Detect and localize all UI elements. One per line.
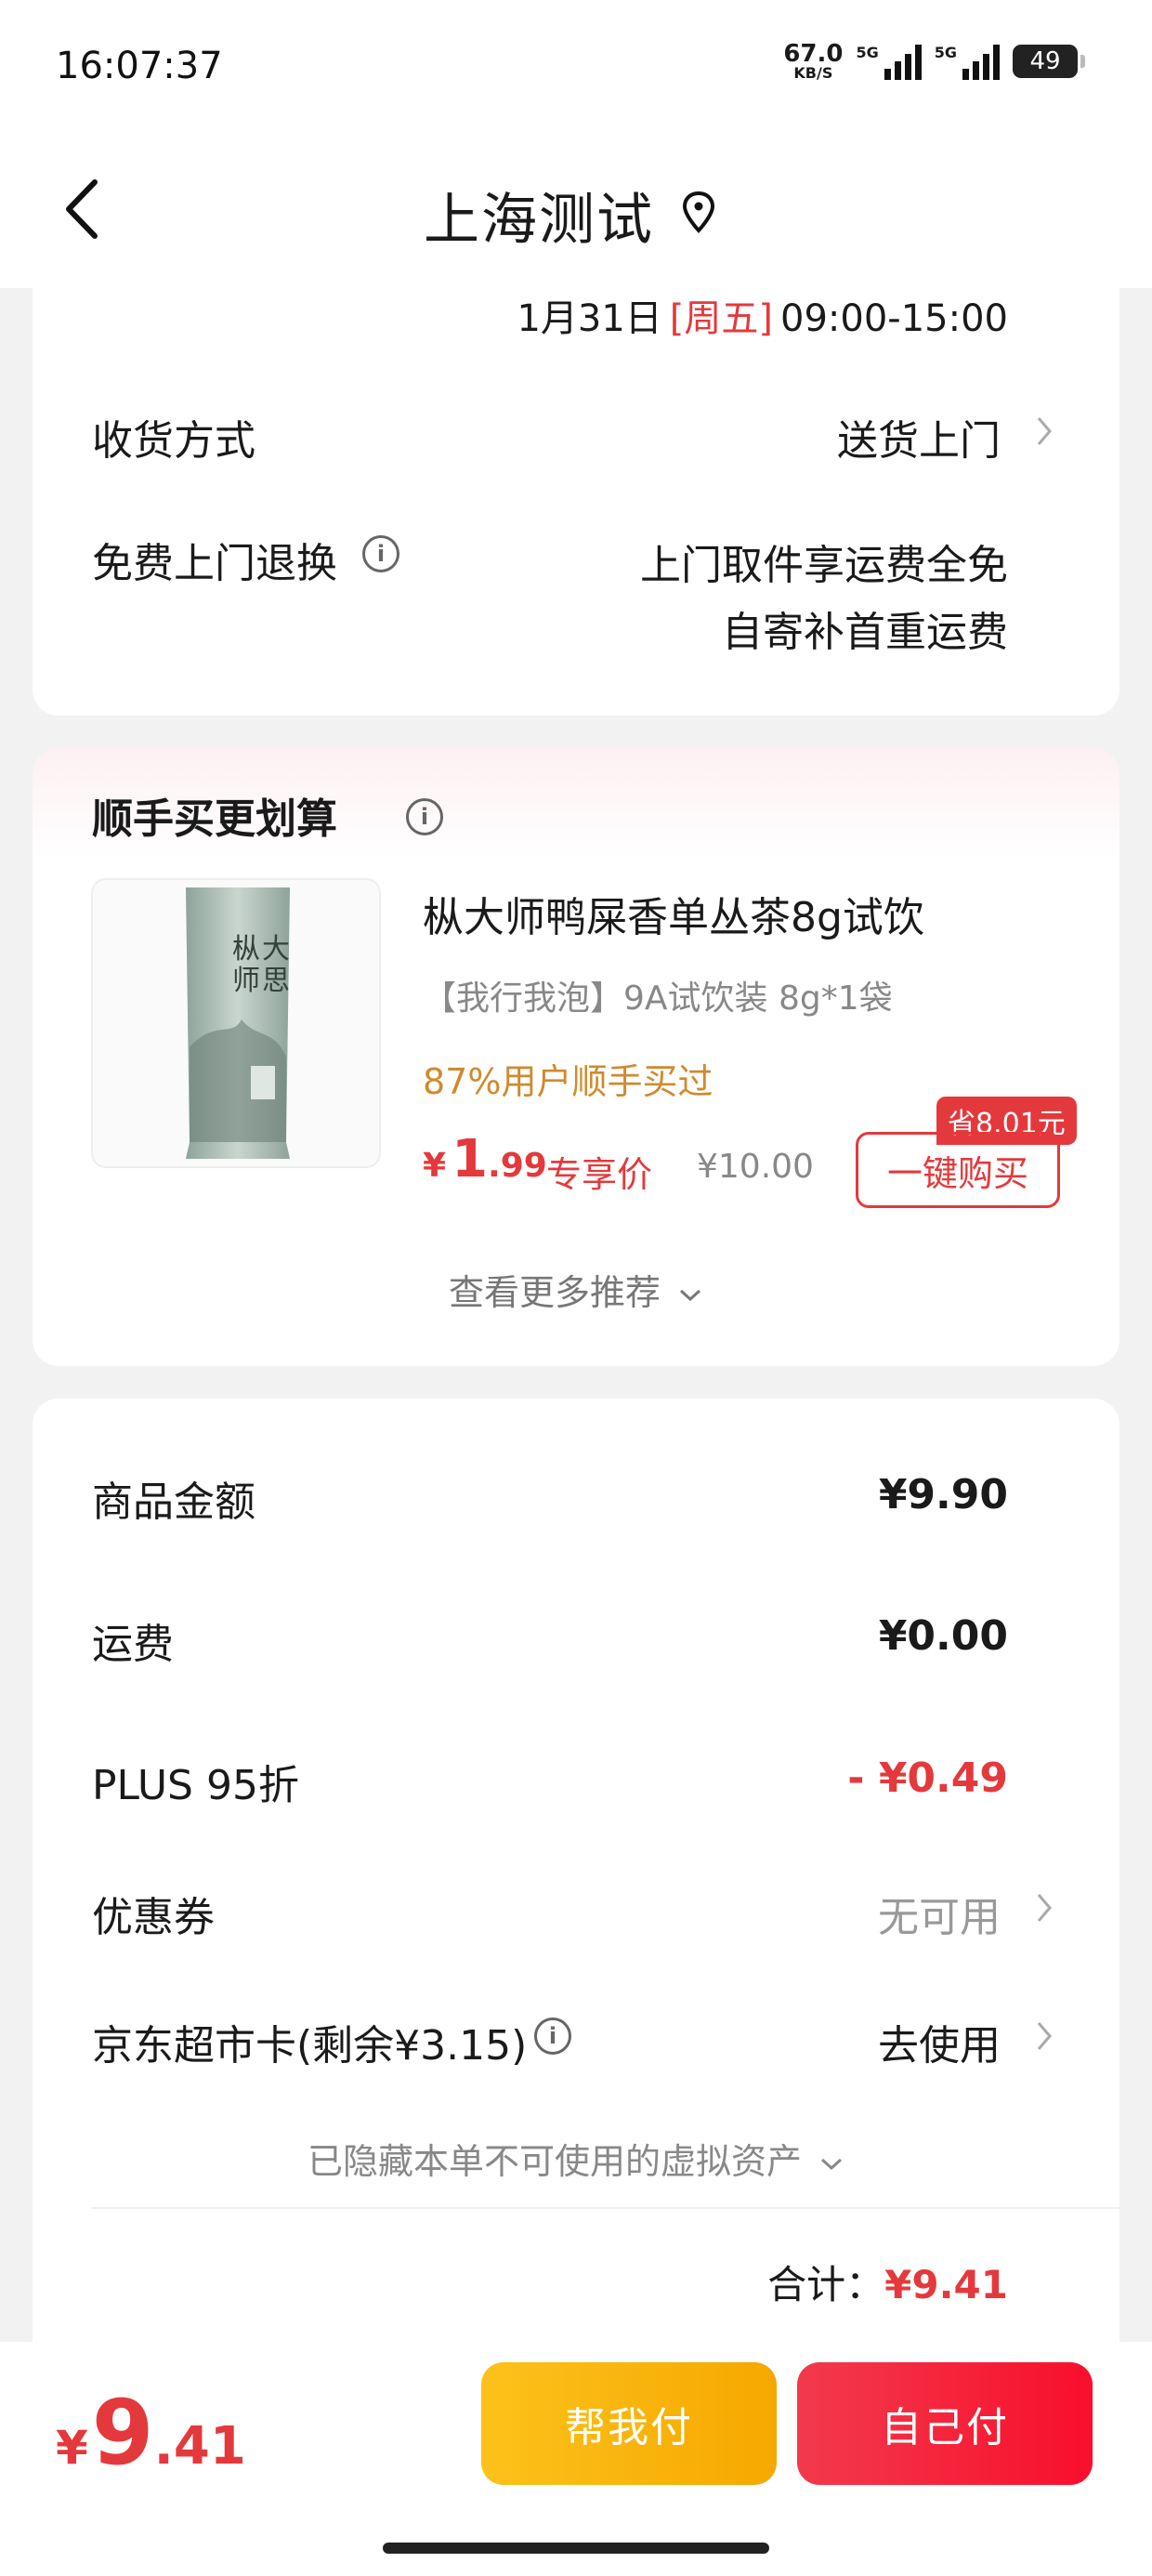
- status-time: 16:07:37: [56, 45, 223, 87]
- delivery-time[interactable]: 1月31日 [周五] 09:00-15:00: [517, 288, 1008, 342]
- bottom-total-price: ¥ 9 .41: [56, 2381, 246, 2485]
- self-pay-button[interactable]: 自己付: [797, 2362, 1093, 2485]
- summary-value-shipping: ¥0.00: [878, 1612, 1008, 1660]
- bottom-price-symbol: ¥: [56, 2421, 88, 2475]
- summary-label-coupon: 优惠券: [92, 1894, 215, 1941]
- page-title: 上海测试: [424, 188, 654, 253]
- bottom-price-int: 9: [91, 2381, 154, 2485]
- summary-label-plus: PLUS 95折: [92, 1762, 299, 1809]
- net-type-1: 5G: [856, 44, 879, 61]
- price-symbol: ¥: [423, 1147, 447, 1185]
- addon-card: 顺手买更划算 i 枞大 师思 枞大师鸭屎香单丛茶8g试饮 【我行我泡】9A试饮装…: [33, 748, 1119, 1366]
- help-pay-button[interactable]: 帮我付: [481, 2362, 777, 2485]
- more-recommendations-label: 查看更多推荐: [448, 1272, 661, 1313]
- home-indicator: [383, 2543, 769, 2554]
- one-click-buy-button[interactable]: 一键购买: [856, 1132, 1060, 1208]
- hidden-assets-toggle[interactable]: 已隐藏本单不可使用的虚拟资产: [33, 2133, 1119, 2184]
- chevron-down-icon: [821, 2158, 843, 2171]
- chevron-right-icon[interactable]: [1034, 1891, 1054, 1925]
- price-dec: .99: [488, 1147, 547, 1185]
- battery-icon: 49: [1013, 45, 1085, 78]
- location-pin-icon[interactable]: [680, 190, 717, 236]
- divider: [92, 2207, 1119, 2209]
- package-text: 枞大 师思: [232, 933, 290, 997]
- free-return-label: 免费上门退换: [92, 540, 337, 587]
- bottom-bar: ¥ 9 .41 帮我付 自己付: [0, 2342, 1152, 2576]
- product-stat: 87%用户顺手买过: [423, 1061, 713, 1102]
- tea-package-image: [186, 887, 290, 1159]
- price-summary-card: 商品金额 ¥9.90 运费 ¥0.00 PLUS 95折 - ¥0.49 优惠券…: [33, 1399, 1119, 2365]
- delivery-card: 1月31日 [周五] 09:00-15:00 收货方式 送货上门 免费上门退换 i …: [33, 288, 1119, 716]
- status-indicators: 67.0 KB/S 5G 5G 49: [783, 42, 1085, 81]
- hidden-assets-label: 已隐藏本单不可使用的虚拟资产: [307, 2141, 802, 2182]
- free-return-line-2: 自寄补首重运费: [722, 609, 1008, 656]
- network-speed-value: 67.0: [783, 40, 844, 68]
- page-header: 上海测试: [0, 139, 1152, 288]
- net-type-2: 5G: [934, 44, 957, 61]
- price-tag: 专享价: [546, 1154, 653, 1195]
- shipping-method-label: 收货方式: [92, 417, 255, 465]
- status-bar: 16:07:37 67.0 KB/S 5G 5G 49: [0, 0, 1152, 139]
- product-desc: 【我行我泡】9A试饮装 8g*1袋: [423, 979, 893, 1018]
- summary-value-plus: - ¥0.49: [847, 1755, 1008, 1802]
- delivery-time-range: 09:00-15:00: [780, 297, 1008, 340]
- summary-total-value: ¥9.41: [884, 2262, 1008, 2307]
- chevron-down-icon: [680, 1289, 701, 1302]
- summary-value-coupon[interactable]: 无可用: [878, 1884, 1001, 1943]
- summary-total-label: 合计：: [767, 2262, 885, 2307]
- chevron-right-icon[interactable]: [1034, 414, 1054, 448]
- summary-value-card[interactable]: 去使用: [878, 2012, 1001, 2071]
- signal-1-icon: [884, 43, 922, 80]
- battery-level: 49: [1029, 47, 1061, 75]
- summary-label-shipping: 运费: [92, 1621, 174, 1668]
- info-icon[interactable]: i: [362, 535, 399, 572]
- price-int: 1: [452, 1129, 489, 1189]
- free-return-line-1: 上门取件享运费全免: [640, 542, 1008, 589]
- addon-title: 顺手买更划算: [92, 795, 337, 843]
- delivery-weekday: [周五]: [669, 297, 774, 340]
- info-icon[interactable]: i: [406, 798, 443, 835]
- network-speed-unit: KB/S: [793, 64, 833, 82]
- info-icon[interactable]: i: [534, 2017, 571, 2055]
- more-recommendations[interactable]: 查看更多推荐: [33, 1264, 1119, 1315]
- network-speed: 67.0 KB/S: [783, 42, 843, 81]
- product-price: ¥ 1 .99: [423, 1129, 547, 1189]
- chevron-right-icon[interactable]: [1034, 2019, 1054, 2053]
- original-price: ¥10.00: [697, 1148, 814, 1186]
- signal-2-icon: [962, 43, 1000, 80]
- summary-total: 合计： ¥9.41: [767, 2254, 1008, 2310]
- summary-label-goods: 商品金额: [92, 1479, 255, 1526]
- summary-value-goods: ¥9.90: [878, 1471, 1008, 1518]
- shipping-method-value[interactable]: 送货上门: [837, 407, 1001, 467]
- product-name[interactable]: 枞大师鸭屎香单丛茶8g试饮: [423, 884, 924, 943]
- delivery-date: 1月31日: [517, 297, 662, 340]
- bottom-price-dec: .41: [153, 2416, 246, 2477]
- summary-label-card: 京东超市卡(剩余¥3.15): [92, 2022, 528, 2070]
- product-image[interactable]: 枞大 师思: [91, 878, 381, 1168]
